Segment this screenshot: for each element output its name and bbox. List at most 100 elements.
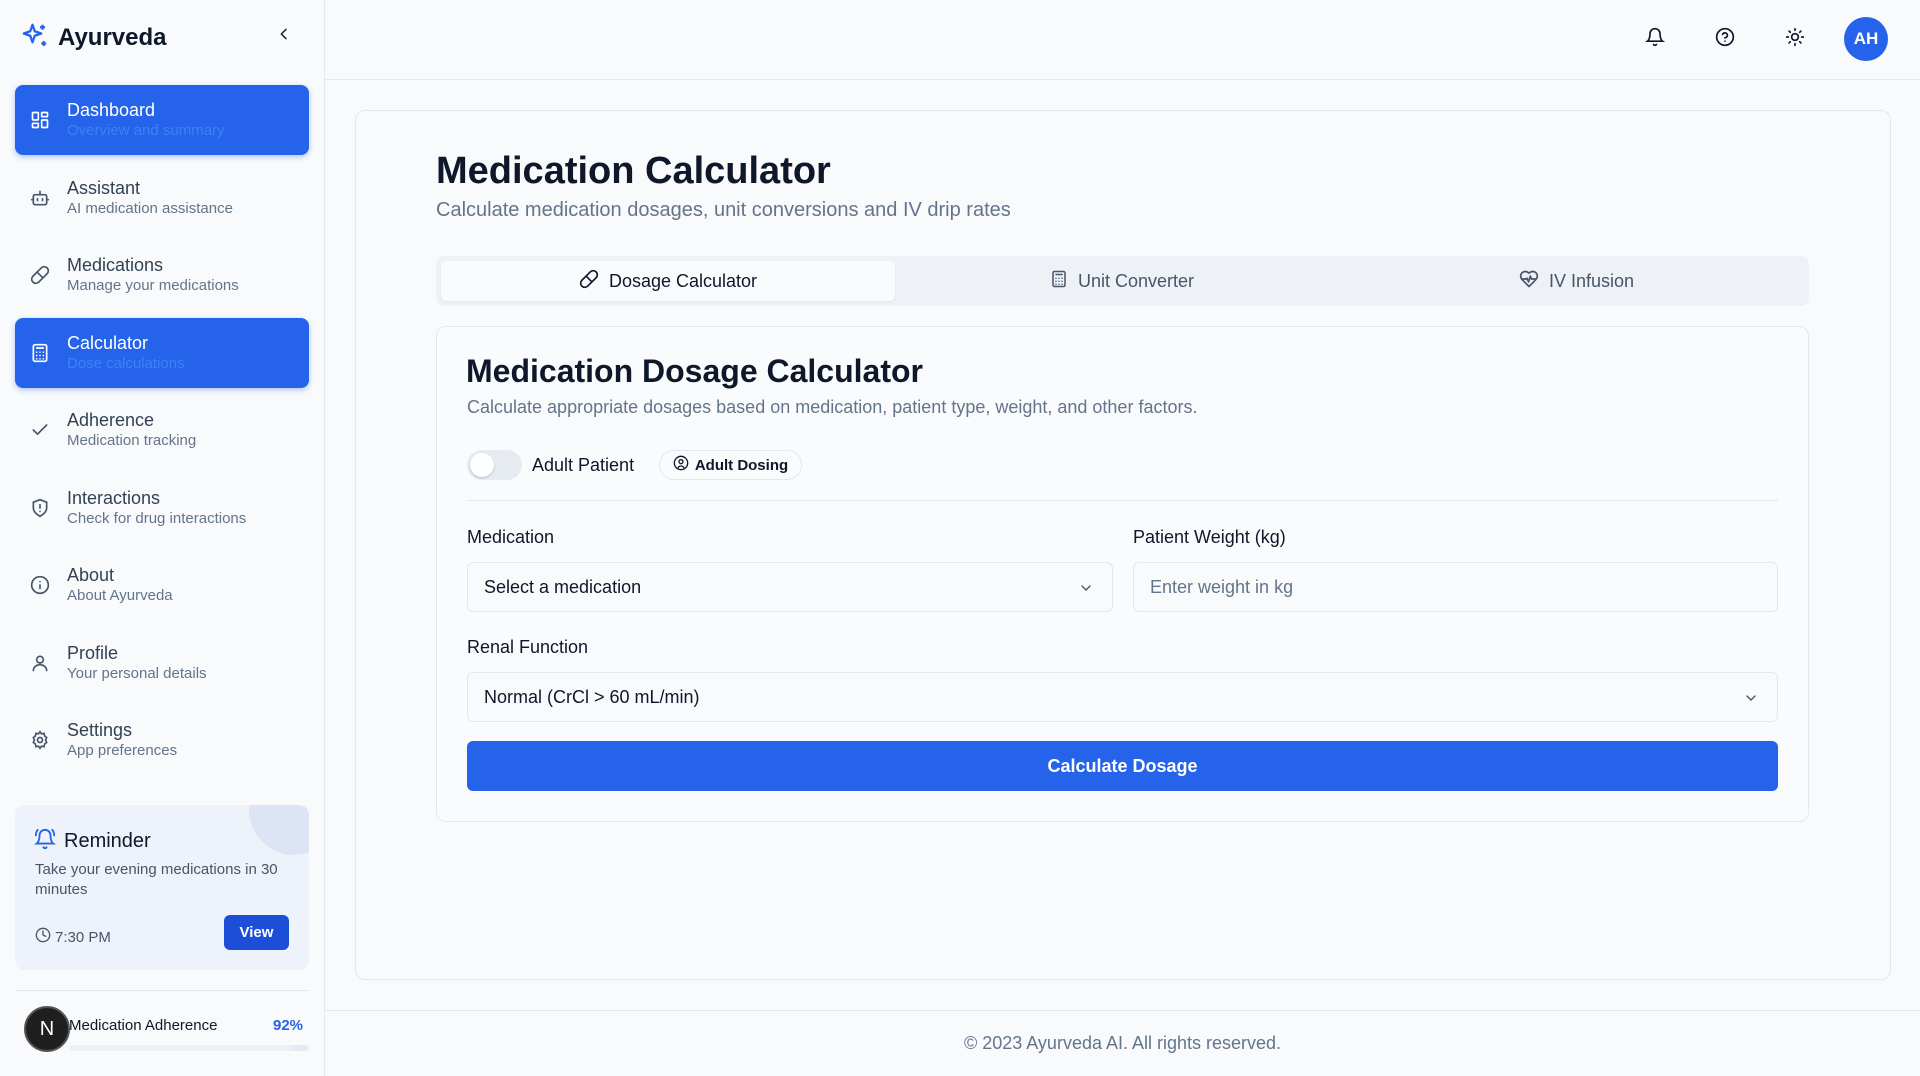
layout-grid-icon bbox=[29, 109, 51, 131]
n-badge-button[interactable]: N bbox=[24, 1006, 70, 1052]
heart-pulse-icon bbox=[1519, 269, 1539, 294]
clock-icon bbox=[35, 927, 51, 947]
pill-icon bbox=[29, 264, 51, 286]
sidebar-item-sub: About Ayurveda bbox=[67, 587, 173, 604]
sidebar-item-interactions[interactable]: Interactions Check for drug interactions bbox=[15, 473, 309, 543]
tab-unit-converter[interactable]: Unit Converter bbox=[895, 261, 1349, 301]
sidebar-item-label: Adherence bbox=[67, 410, 155, 430]
tab-label: Unit Converter bbox=[1077, 270, 1195, 291]
bell-icon bbox=[1644, 27, 1666, 52]
adherence-progress-fill bbox=[69, 1045, 290, 1051]
calculator-tabs: Dosage Calculator Unit Converter IV Infu… bbox=[436, 256, 1809, 306]
tab-iv-infusion[interactable]: IV Infusion bbox=[1349, 261, 1804, 301]
sidebar-item-dashboard[interactable]: Dashboard Overview and summary bbox=[15, 85, 309, 155]
footer-text: © 2023 Ayurveda AI. All rights reserved. bbox=[963, 1033, 1282, 1053]
sun-icon bbox=[1785, 27, 1805, 52]
sidebar-item-medications[interactable]: Medications Manage your medications bbox=[15, 240, 309, 310]
adherence-label: Medication Adherence bbox=[69, 1017, 218, 1034]
sidebar-item-sub: Manage your medications bbox=[67, 277, 239, 294]
theme-toggle-button[interactable] bbox=[1783, 27, 1807, 51]
renal-function-value: Normal (CrCl > 60 mL/min) bbox=[484, 686, 700, 707]
reminder-card: Reminder Take your evening medications i… bbox=[15, 805, 309, 970]
topbar: AH bbox=[325, 0, 1920, 80]
page-subtitle: Calculate medication dosages, unit conve… bbox=[436, 199, 1011, 221]
weight-field-wrapper bbox=[1133, 562, 1778, 612]
gear-icon bbox=[29, 729, 51, 751]
sidebar-item-label: About bbox=[67, 565, 115, 585]
adherence-progress bbox=[69, 1045, 309, 1051]
sidebar-item-assistant[interactable]: Assistant AI medication assistance bbox=[15, 163, 309, 233]
sidebar-item-settings[interactable]: Settings App preferences bbox=[15, 705, 309, 775]
card-title: Medication Dosage Calculator bbox=[466, 353, 923, 389]
notifications-button[interactable] bbox=[1643, 27, 1667, 51]
tab-label: Dosage Calculator bbox=[608, 270, 758, 291]
decorative-circle bbox=[249, 805, 309, 855]
reminder-view-button[interactable]: View bbox=[224, 915, 289, 950]
tab-label: IV Infusion bbox=[1548, 270, 1635, 291]
sidebar-item-label: Medications bbox=[67, 255, 164, 275]
sidebar-item-sub: Dose calculations bbox=[67, 354, 185, 372]
sidebar-item-sub: App preferences bbox=[67, 742, 178, 759]
help-button[interactable] bbox=[1713, 27, 1737, 51]
sidebar-item-profile[interactable]: Profile Your personal details bbox=[15, 628, 309, 698]
tab-dosage-calculator[interactable]: Dosage Calculator bbox=[441, 261, 895, 301]
calculate-dosage-button[interactable]: Calculate Dosage bbox=[467, 741, 1778, 791]
footer-divider bbox=[325, 1010, 1920, 1011]
pill-icon bbox=[579, 269, 599, 294]
adult-dosing-badge: Adult Dosing bbox=[659, 450, 802, 480]
sidebar-item-sub: Check for drug interactions bbox=[67, 509, 247, 527]
reminder-time-text: 7:30 PM bbox=[55, 928, 111, 946]
reminder-title: Reminder bbox=[64, 830, 151, 852]
divider bbox=[15, 990, 309, 991]
sidebar-nav: Dashboard Overview and summary Assistant A… bbox=[15, 85, 309, 783]
sidebar-item-label: Calculator bbox=[67, 332, 149, 353]
page-title: Medication Calculator bbox=[436, 150, 831, 192]
weight-input[interactable] bbox=[1150, 576, 1777, 598]
chevron-down-icon bbox=[1076, 578, 1096, 598]
badge-label: Adult Dosing bbox=[694, 456, 789, 474]
adult-patient-toggle[interactable] bbox=[467, 450, 522, 480]
shield-alert-icon bbox=[29, 497, 51, 519]
card-subtitle: Calculate appropriate dosages based on m… bbox=[467, 397, 1198, 417]
medication-label: Medication bbox=[467, 527, 555, 547]
check-icon bbox=[29, 419, 51, 441]
app-name: Ayurveda bbox=[58, 24, 167, 51]
sidebar-item-adherence[interactable]: Adherence Medication tracking bbox=[15, 395, 309, 465]
user-circle-icon bbox=[673, 455, 689, 475]
weight-label: Patient Weight (kg) bbox=[1133, 527, 1286, 547]
medication-select-value: Select a medication bbox=[484, 576, 642, 597]
chevron-down-icon bbox=[1741, 688, 1761, 708]
toggle-knob bbox=[470, 453, 494, 477]
user-icon bbox=[29, 652, 51, 674]
sidebar-item-sub: Your personal details bbox=[67, 664, 207, 682]
adherence-value: 92% bbox=[273, 1017, 304, 1034]
renal-function-label: Renal Function bbox=[467, 637, 589, 657]
bell-ring-icon bbox=[33, 828, 57, 855]
sidebar-item-sub: AI medication assistance bbox=[67, 199, 233, 217]
sidebar-item-label: Interactions bbox=[67, 487, 161, 508]
sidebar-item-sub: Medication tracking bbox=[67, 432, 197, 449]
sidebar-item-sub: Overview and summary bbox=[67, 122, 225, 139]
renal-function-select[interactable]: Normal (CrCl > 60 mL/min) bbox=[467, 672, 1778, 722]
info-icon bbox=[29, 574, 51, 596]
toggle-label: Adult Patient bbox=[532, 455, 635, 475]
divider bbox=[467, 500, 1778, 501]
medication-select[interactable]: Select a medication bbox=[467, 562, 1113, 612]
reminder-time: 7:30 PM bbox=[35, 927, 111, 947]
sidebar: Ayurveda Dashboard Overview and summary A… bbox=[0, 0, 325, 1076]
sidebar-item-about[interactable]: About About Ayurveda bbox=[15, 550, 309, 620]
sidebar-item-calculator[interactable]: Calculator Dose calculations bbox=[15, 317, 309, 388]
sidebar-item-label: Profile bbox=[67, 642, 119, 663]
help-circle-icon bbox=[1715, 27, 1735, 52]
avatar[interactable]: AH bbox=[1844, 17, 1888, 61]
reminder-text: Take your evening medications in 30 minu… bbox=[35, 861, 278, 898]
calculator-icon bbox=[1050, 270, 1068, 293]
chevron-left-icon bbox=[276, 26, 292, 47]
brand[interactable]: Ayurveda bbox=[20, 20, 167, 56]
sidebar-item-label: Dashboard bbox=[67, 100, 156, 120]
sparkles-icon bbox=[20, 21, 50, 56]
collapse-sidebar-button[interactable] bbox=[272, 24, 296, 48]
bot-icon bbox=[29, 187, 51, 209]
sidebar-item-label: Settings bbox=[67, 720, 133, 740]
calculator-icon bbox=[29, 342, 51, 364]
